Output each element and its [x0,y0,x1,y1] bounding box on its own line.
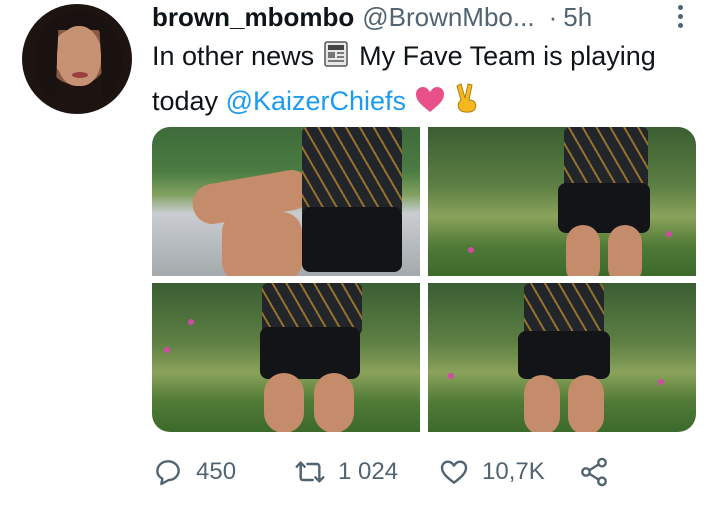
photo-2-jersey [564,127,648,189]
photo-3[interactable] [152,283,420,432]
photo-2-leg-left [566,225,600,276]
flower [666,231,672,237]
photo-3-leg-left [264,373,304,432]
flower [164,347,170,353]
photo-4-leg-left [524,375,560,432]
photo-2[interactable] [428,127,696,276]
photo-1-jersey [302,127,402,217]
photo-1-legs [222,212,302,276]
share-button[interactable] [578,452,610,492]
flower [468,247,474,253]
flower [188,319,194,325]
photo-4-leg-right [568,375,604,432]
like-button[interactable]: 10,7K [438,452,545,492]
reply-count: 450 [196,458,237,485]
mention-link[interactable]: @KaizerChiefs [226,86,406,116]
photo-1-shorts [302,207,402,272]
share-icon [581,457,607,487]
photo-1[interactable] [152,127,420,276]
timestamp[interactable]: 5h [563,2,592,33]
heart-emoji [414,85,446,126]
photo-4-shorts [518,331,610,379]
photo-4[interactable] [428,283,696,432]
tweet-text: In other news My Fave Team is playing to… [152,36,692,126]
retweet-button[interactable]: 1 024 [294,452,398,492]
media-grid [152,127,696,432]
more-options-icon[interactable] [674,2,686,30]
tweet-text-part1: In other news [152,41,315,71]
retweet-count: 1 024 [338,458,399,485]
retweet-icon [295,461,325,483]
avatar[interactable] [22,4,132,114]
tweet-header: brown_mbombo @BrownMbo... · 5h [152,2,592,33]
photo-3-leg-right [314,373,354,432]
display-name[interactable]: brown_mbombo [152,2,354,33]
reply-button[interactable]: 450 [152,452,236,492]
user-handle[interactable]: @BrownMbo... [362,2,534,33]
newspaper-emoji [322,39,352,81]
tweet-actions: 450 1 024 10,7K [152,452,652,492]
photo-3-shorts [260,327,360,379]
flower [658,379,664,385]
victory-hand-emoji [453,82,481,126]
flower [448,373,454,379]
like-count: 10,7K [482,458,545,485]
reply-icon [156,460,180,486]
heart-icon [440,460,468,484]
avatar-lips [72,72,88,78]
photo-2-leg-right [608,225,642,276]
separator-dot: · [548,2,558,32]
photo-2-shorts [558,183,650,233]
